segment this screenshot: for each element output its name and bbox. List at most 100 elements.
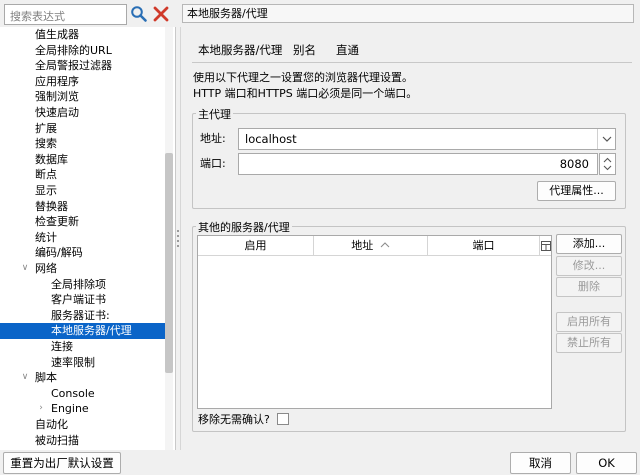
tree-item[interactable]: 应用程序 xyxy=(0,74,166,90)
tree-item[interactable]: 编码/解码 xyxy=(0,245,166,261)
tree-item[interactable]: 全局排除项 xyxy=(0,277,166,293)
tree-item[interactable]: 搜索 xyxy=(0,136,166,152)
tree-item-label: 搜索 xyxy=(35,137,57,151)
proxy-properties-button[interactable]: 代理属性... xyxy=(537,181,616,201)
tree-item[interactable]: 全局警报过滤器 xyxy=(0,58,166,74)
tree-item-label: 客户端证书 xyxy=(51,293,106,307)
tree-item-label: 速率限制 xyxy=(51,355,95,369)
tree-item[interactable]: 自动化 xyxy=(0,417,166,433)
tree-item-label: 本地服务器/代理 xyxy=(51,324,132,338)
address-label: 地址: xyxy=(200,132,226,145)
tab-passthrough[interactable]: 直通 xyxy=(330,40,365,60)
column-header-enabled[interactable]: 启用 xyxy=(198,236,314,256)
tab-local-proxy[interactable]: 本地服务器/代理 xyxy=(192,40,289,60)
search-icon[interactable] xyxy=(130,5,148,23)
tree-item[interactable]: 连接 xyxy=(0,339,166,355)
search-input[interactable]: 搜索表达式 xyxy=(4,4,127,25)
tree-item-label: Console xyxy=(51,386,95,400)
tree-item[interactable]: 全局排除的URL xyxy=(0,43,166,59)
tree-item[interactable]: 替换器 xyxy=(0,199,166,215)
tree-item-label: 脚本 xyxy=(35,371,57,385)
tree-item-label: 强制浏览 xyxy=(35,90,79,104)
port-spinner[interactable] xyxy=(599,153,616,175)
tree-item[interactable]: 速率限制 xyxy=(0,355,166,371)
tree-item[interactable]: Console xyxy=(0,386,166,402)
spinner-arrows-icon[interactable] xyxy=(600,154,615,174)
page-title: 本地服务器/代理 xyxy=(182,4,634,23)
add-server-button[interactable]: 添加... xyxy=(556,234,622,254)
tree-item-label: 断点 xyxy=(35,168,57,182)
edit-server-button[interactable]: 修改... xyxy=(556,256,622,276)
disable-all-button[interactable]: 禁止所有 xyxy=(556,333,622,353)
port-label: 端口: xyxy=(200,157,226,170)
chevron-right-icon[interactable]: › xyxy=(36,401,46,417)
tree-item[interactable]: 断点 xyxy=(0,167,166,183)
clear-search-icon[interactable] xyxy=(152,5,170,23)
tree-item-label: 检查更新 xyxy=(35,215,79,229)
address-value: localhost xyxy=(245,132,297,146)
tree-item[interactable]: 服务器证书: xyxy=(0,308,166,324)
chevron-down-icon[interactable]: ∨ xyxy=(20,261,30,277)
column-header-port[interactable]: 端口 xyxy=(428,236,540,256)
remove-server-button[interactable]: 删除 xyxy=(556,277,622,297)
tree-item-label: 数据库 xyxy=(35,152,68,166)
tab-alias[interactable]: 别名 xyxy=(287,40,322,60)
splitter-grip-icon xyxy=(177,230,179,247)
tree-item-label: 全局排除项 xyxy=(51,277,106,291)
address-combobox[interactable]: localhost xyxy=(238,128,616,150)
tree-scrollbar-thumb[interactable] xyxy=(165,153,173,373)
ok-button[interactable]: OK xyxy=(576,452,637,474)
tree-item[interactable]: 值生成器 xyxy=(0,27,166,43)
tree-item-label: 全局警报过滤器 xyxy=(35,59,112,73)
sort-ascending-icon xyxy=(380,242,390,248)
tree-item[interactable]: 数据库 xyxy=(0,152,166,168)
column-header-port-label: 端口 xyxy=(472,239,495,252)
description-line-1: 使用以下代理之一设置您的浏览器代理设置。 xyxy=(193,71,413,84)
servers-table[interactable]: 启用 地址 端口 xyxy=(197,235,552,409)
tree-item[interactable]: 统计 xyxy=(0,230,166,246)
tree-item[interactable]: 强制浏览 xyxy=(0,89,166,105)
main-proxy-legend: 主代理 xyxy=(196,106,233,122)
tree-item[interactable]: ∨ 网络 xyxy=(0,261,166,277)
cancel-button[interactable]: 取消 xyxy=(510,452,571,474)
column-header-address[interactable]: 地址 xyxy=(314,236,428,256)
tree-item-label: 统计 xyxy=(35,230,57,244)
tree-item-label: 编码/解码 xyxy=(35,246,83,260)
tree-item[interactable]: 扩展 xyxy=(0,121,166,137)
tree-item-label: 应用程序 xyxy=(35,74,79,88)
column-chooser-icon[interactable] xyxy=(540,236,551,256)
tree-item-label: Engine xyxy=(51,402,89,416)
tree-item-label: 替换器 xyxy=(35,199,68,213)
tree-item-label: 快速启动 xyxy=(35,106,79,119)
tree-item-label: 自动化 xyxy=(35,418,68,431)
tree-item-label: 服务器证书: xyxy=(51,308,110,322)
chevron-down-icon[interactable]: ∨ xyxy=(20,370,30,386)
other-servers-legend: 其他的服务器/代理 xyxy=(196,219,292,235)
tree-item-label: 值生成器 xyxy=(35,28,79,41)
tree-item-label: 显示 xyxy=(35,184,57,197)
options-tree: 值生成器全局排除的URL 全局警报过滤器 应用程序强制浏览快速启动扩展搜索 数据库断点… xyxy=(0,27,176,450)
chevron-down-icon[interactable] xyxy=(597,129,615,149)
tree-item-label: 扩展 xyxy=(35,121,57,135)
tabs-divider xyxy=(192,62,632,63)
tree-item[interactable]: 检查更新 xyxy=(0,214,166,230)
tree-item[interactable]: 客户端证书 xyxy=(0,292,166,308)
reset-defaults-button[interactable]: 重置为出厂默认设置 xyxy=(3,452,121,474)
tree-item[interactable]: ∨ 脚本 xyxy=(0,370,166,386)
confirm-remove-checkbox[interactable] xyxy=(277,413,289,425)
tree-scrollbar[interactable] xyxy=(165,27,173,450)
tree-item-label: 连接 xyxy=(51,340,73,353)
port-field[interactable]: 8080 xyxy=(238,153,598,175)
column-header-enabled-label: 启用 xyxy=(244,239,267,252)
description-line-2: HTTP 端口和HTTPS 端口必须是同一个端口。 xyxy=(193,87,418,100)
confirm-remove-label: 移除无需确认? xyxy=(198,413,270,426)
enable-all-button[interactable]: 启用所有 xyxy=(556,312,622,332)
column-header-address-label: 地址 xyxy=(351,239,374,252)
tree-item-label: 全局排除的URL xyxy=(35,43,112,57)
tree-item[interactable]: › Engine xyxy=(0,401,166,417)
tree-item[interactable]: 快速启动 xyxy=(0,105,166,121)
tree-item[interactable]: 显示 xyxy=(0,183,166,199)
tree-item[interactable]: 被动扫描 xyxy=(0,433,166,449)
tree-item-label: 网络 xyxy=(35,262,57,275)
tree-item[interactable]: 本地服务器/代理 xyxy=(0,323,166,339)
